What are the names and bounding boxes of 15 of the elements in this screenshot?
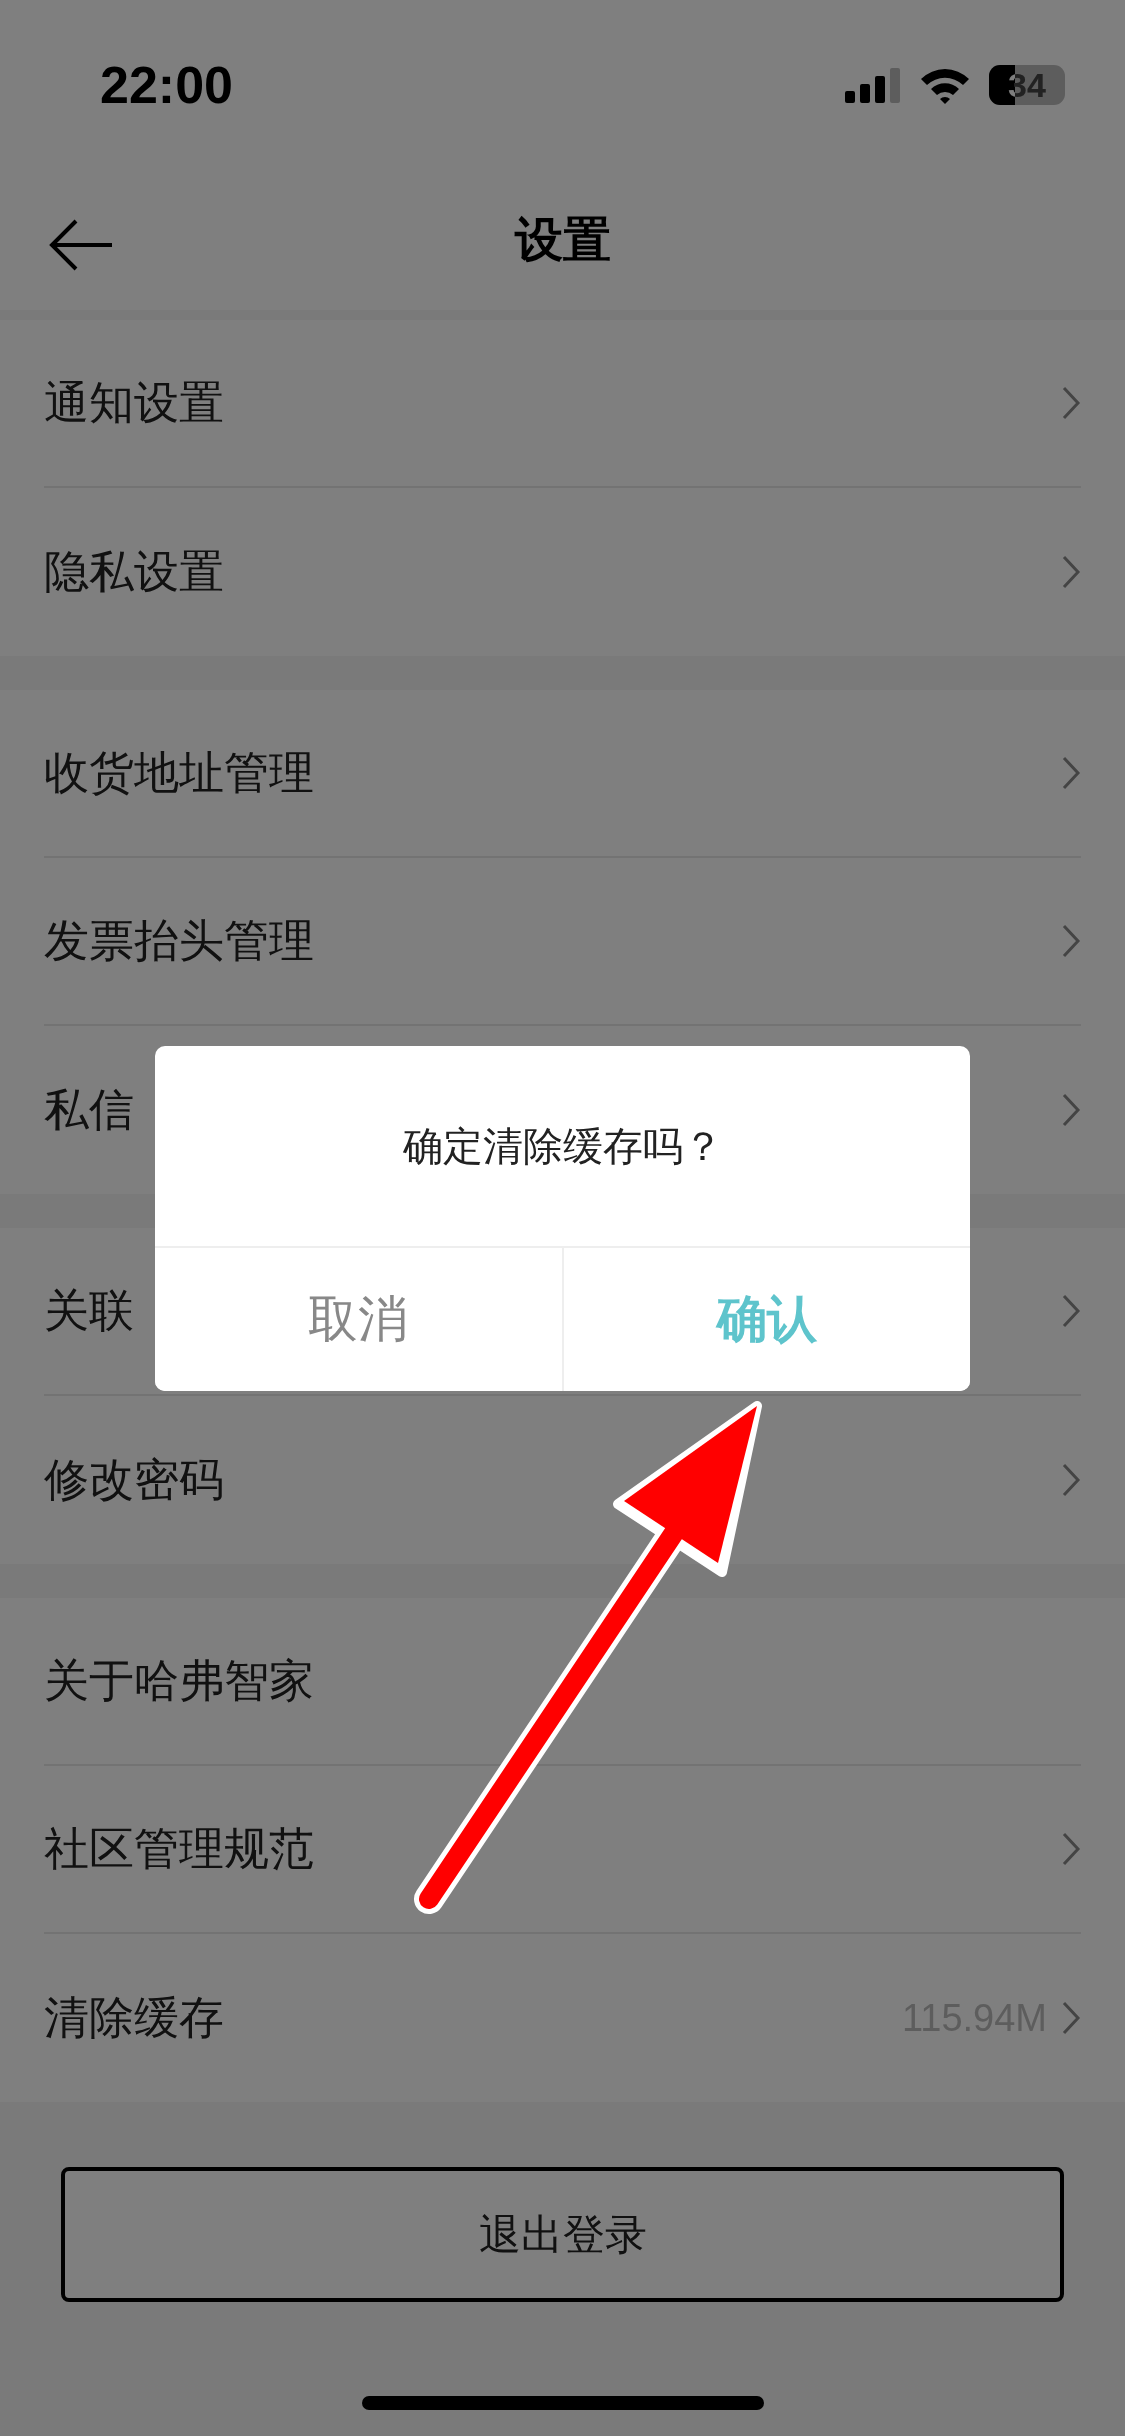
status-time: 22:00 <box>100 55 233 115</box>
settings-item[interactable]: 收货地址管理 <box>44 743 1061 803</box>
settings-item[interactable]: 发票抬头管理 <box>44 911 1061 971</box>
signal-icon <box>845 67 901 103</box>
settings-item[interactable]: 社区管理规范 <box>44 1819 1061 1879</box>
settings-item[interactable]: 通知设置 <box>44 373 1061 433</box>
settings-item[interactable]: 关于哈弗智家 <box>44 1651 1081 1711</box>
settings-item[interactable]: 清除缓存 <box>44 1988 902 2048</box>
back-arrow-icon[interactable] <box>48 218 114 272</box>
settings-item[interactable]: 修改密码 <box>44 1450 1061 1510</box>
dialog-message: 确定清除缓存吗？ <box>402 1121 723 1171</box>
settings-item[interactable]: 隐私设置 <box>44 542 1061 602</box>
page-title: 设置 <box>514 210 611 269</box>
wifi-icon <box>919 66 971 104</box>
logout-button[interactable]: 退出登录 <box>61 2167 1064 2302</box>
